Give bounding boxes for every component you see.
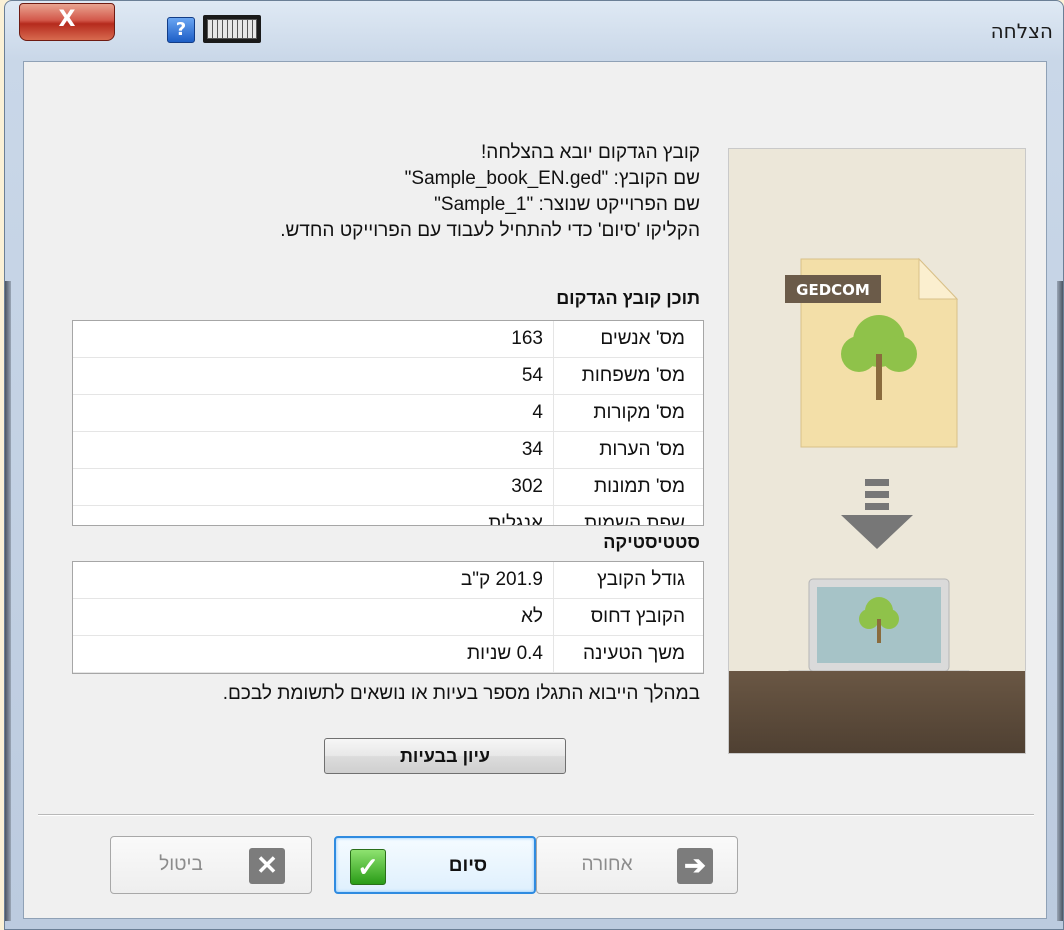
message-line-4: הקליקו 'סיום' כדי להתחיל לעבוד עם הפרויי… xyxy=(280,220,700,241)
message-line-2: שם הקובץ: "Sample_book_EN.ged" xyxy=(404,168,700,189)
finish-button[interactable]: ✓ סיום xyxy=(334,836,536,894)
cancel-label: ביטול xyxy=(159,854,203,875)
help-button[interactable]: ? xyxy=(167,17,195,43)
table-row: מס' מקורות 4 xyxy=(73,395,703,432)
table-row: מס' הערות 34 xyxy=(73,432,703,469)
arrow-right-icon: ➔ xyxy=(677,848,713,884)
gedcom-import-illustration: GEDCOM xyxy=(728,148,1026,754)
title-bar: X ? הצלחה xyxy=(5,1,1063,63)
close-button[interactable]: X xyxy=(19,3,115,41)
stats-section-title: סטטיסטיקה xyxy=(603,532,700,552)
back-button[interactable]: אחורה ➔ xyxy=(536,836,738,894)
dialog-content: קובץ הגדקום יובא בהצלחה! שם הקובץ: "Samp… xyxy=(23,61,1047,919)
back-label: אחורה xyxy=(581,854,633,875)
illustration-floor xyxy=(729,671,1025,753)
stats-grid[interactable]: גודל הקובץ 201.9 ק"ב הקובץ דחוס לא משך הטע… xyxy=(72,561,704,674)
finish-label: סיום xyxy=(448,855,488,876)
window-frame-right xyxy=(1057,281,1063,921)
table-row: מס' משפחות 54 xyxy=(73,358,703,395)
keyboard-icon[interactable] xyxy=(203,15,261,43)
content-section-title: תוכן קובץ הגדקום xyxy=(556,288,700,308)
cancel-button[interactable]: ביטול ✕ xyxy=(110,836,312,894)
content-grid[interactable]: מס' אנשים 163 מס' משפחות 54 מס' מקורות 4 מס… xyxy=(72,320,704,526)
import-illustration-art: GEDCOM xyxy=(776,257,982,709)
window-frame-left xyxy=(5,281,11,921)
dialog-window: X ? הצלחה קובץ הגדקום יובא בהצלחה! שם הק… xyxy=(4,0,1064,930)
table-row: מס' תמונות 302 xyxy=(73,469,703,506)
issues-note: במהלך הייבוא התגלו מספר בעיות או נושאים … xyxy=(222,683,700,704)
checkmark-icon: ✓ xyxy=(350,849,386,885)
table-row: שפת השמות אנגלית xyxy=(73,506,703,525)
footer-separator xyxy=(38,814,1034,816)
message-line-1: קובץ הגדקום יובא בהצלחה! xyxy=(481,142,700,163)
table-row: גודל הקובץ 201.9 ק"ב xyxy=(73,562,703,599)
x-icon: ✕ xyxy=(249,848,285,884)
table-row: משך הטעינה 0.4 שניות xyxy=(73,636,703,673)
table-row: מס' אנשים 163 xyxy=(73,321,703,358)
message-line-3: שם הפרוייקט שנוצר: "Sample_1" xyxy=(434,194,700,215)
view-issues-button[interactable]: עיון בבעיות xyxy=(324,738,566,774)
success-message: קובץ הגדקום יובא בהצלחה! שם הקובץ: "Samp… xyxy=(100,140,700,244)
gedcom-badge: GEDCOM xyxy=(796,281,870,299)
window-title: הצלחה xyxy=(990,19,1053,43)
table-row: הקובץ דחוס לא xyxy=(73,599,703,636)
